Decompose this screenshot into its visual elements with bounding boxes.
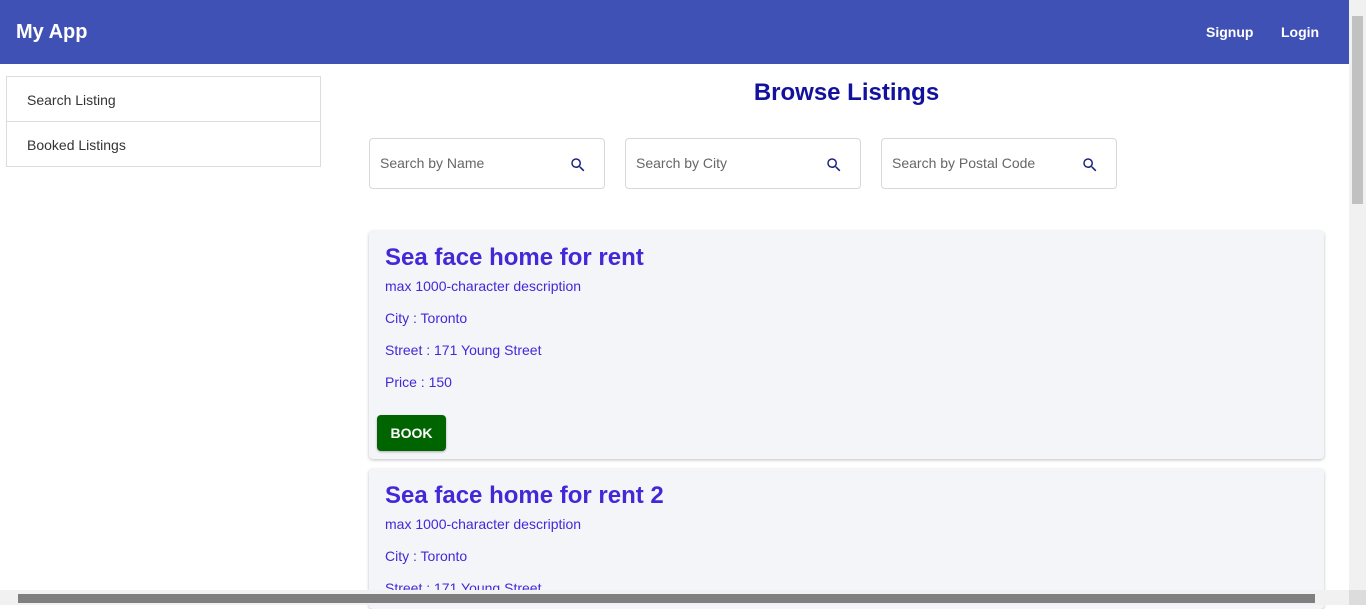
sidebar-item-search-listing[interactable]: Search Listing — [6, 76, 321, 122]
search-by-postal-code-input[interactable] — [892, 155, 1072, 171]
listing-card: Sea face home for rent max 1000-characte… — [369, 231, 1324, 459]
listing-price: Price : 150 — [385, 374, 452, 390]
listing-description: max 1000-character description — [385, 516, 582, 532]
search-by-city-input[interactable] — [636, 155, 816, 171]
listing-card: Sea face home for rent 2 max 1000-charac… — [369, 469, 1324, 609]
listing-description: max 1000-character description — [385, 278, 582, 294]
app-title: My App — [16, 21, 88, 43]
scrollbar-corner — [1349, 590, 1366, 605]
sidebar: Search Listing Booked Listings — [6, 76, 321, 167]
listing-street: Street : 171 Young Street — [385, 342, 542, 358]
sidebar-item-booked-listings[interactable]: Booked Listings — [6, 121, 321, 167]
search-icon[interactable] — [569, 156, 587, 174]
signup-button[interactable]: Signup — [1206, 22, 1253, 42]
page-title: Browse Listings — [753, 79, 940, 106]
listing-title: Sea face home for rent 2 — [385, 482, 664, 509]
app-bar: My App Signup Login — [0, 0, 1349, 64]
listing-city: City : Toronto — [385, 548, 468, 564]
search-by-postal-code-field — [881, 138, 1117, 189]
vertical-scrollbar-thumb[interactable] — [1352, 16, 1363, 204]
search-by-name-field — [369, 138, 605, 189]
listing-title: Sea face home for rent — [385, 244, 644, 271]
search-icon[interactable] — [1081, 156, 1099, 174]
horizontal-scrollbar-thumb[interactable] — [18, 594, 1315, 603]
search-by-name-input[interactable] — [380, 155, 560, 171]
search-icon[interactable] — [825, 156, 843, 174]
book-button[interactable]: BOOK — [377, 415, 446, 451]
login-button[interactable]: Login — [1281, 22, 1319, 42]
search-by-city-field — [625, 138, 861, 189]
listing-city: City : Toronto — [385, 310, 468, 326]
